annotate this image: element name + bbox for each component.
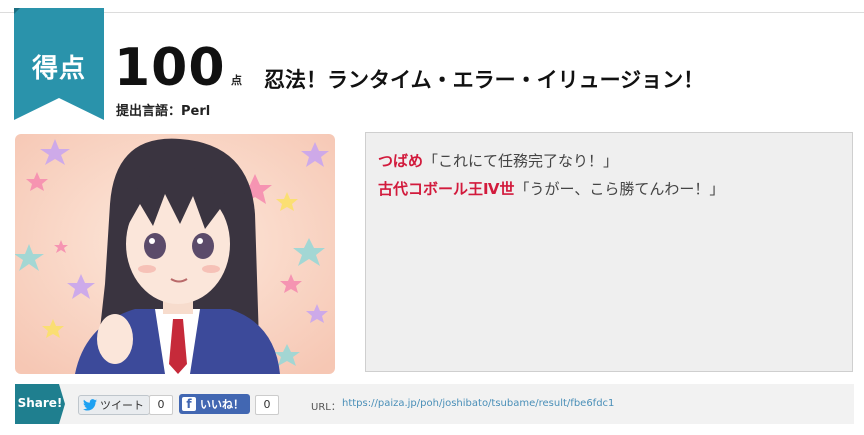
speaker-name: つばめ (378, 152, 424, 170)
like-count: 0 (255, 395, 279, 415)
dialogue-line: つばめ「これにて任務完了なり！」 (378, 147, 840, 175)
url-label: URL： (311, 402, 341, 413)
score-ribbon: 得点 (14, 8, 104, 120)
facebook-icon: f (182, 397, 196, 411)
share-tag: Share! (15, 384, 65, 424)
result-title: 忍法！ランタイム・エラー・イリュージョン！ (264, 68, 705, 92)
dialogue-quote: 「これにて任務完了なり！」 (423, 152, 619, 170)
ribbon-label: 得点 (31, 54, 86, 84)
like-label: いいね！ (200, 398, 244, 411)
share-bar: Share! ツイート 0 f いいね！ 0 URL： https://paiz… (15, 384, 854, 424)
tweet-count: 0 (149, 395, 173, 415)
score-value: 100 (114, 38, 226, 98)
tweet-label: ツイート (100, 399, 144, 412)
result-url-link[interactable]: https://paiza.jp/poh/joshibato/tsubame/r… (342, 398, 614, 409)
facebook-like-button[interactable]: f いいね！ (179, 394, 250, 414)
top-divider (0, 12, 864, 13)
twitter-bird-icon (83, 399, 97, 411)
dialogue-quote: 「うがー、こら勝てんわー！」 (514, 180, 725, 198)
character-illustration (15, 134, 335, 374)
dialogue-line: 古代コボール王Ⅳ世「うがー、こら勝てんわー！」 (378, 175, 840, 203)
submission-language: 提出言語：Perl (116, 104, 211, 119)
share-label: Share! (17, 396, 63, 410)
tweet-button[interactable]: ツイート (78, 395, 150, 415)
speaker-name: 古代コボール王Ⅳ世 (378, 180, 515, 198)
dialogue-box: つばめ「これにて任務完了なり！」 古代コボール王Ⅳ世「うがー、こら勝てんわー！」 (365, 132, 853, 372)
score-unit: 点 (231, 74, 242, 87)
